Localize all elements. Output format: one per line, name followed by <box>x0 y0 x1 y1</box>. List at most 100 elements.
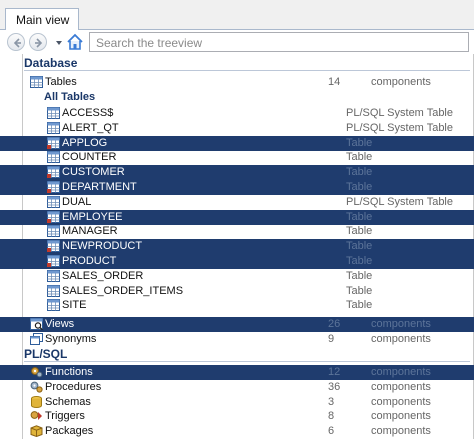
table-grid-icon <box>47 255 60 267</box>
tree-row-unit: components <box>371 425 431 438</box>
table-type: Table <box>346 136 373 149</box>
tree-row-unit: components <box>371 380 431 393</box>
table-grid-icon <box>47 240 60 253</box>
table-grid-icon <box>47 299 60 312</box>
table-grid-icon <box>47 121 60 134</box>
tree-row-label: Synonyms <box>45 333 97 345</box>
section-rule <box>24 361 470 362</box>
arrow-left-icon <box>13 38 21 48</box>
view-icon <box>30 318 43 330</box>
search-input[interactable] <box>89 32 469 52</box>
table-type: Table <box>346 225 373 238</box>
tree-row-procedures[interactable]: Procedures 36 components <box>0 380 474 395</box>
table-name: APPLOG <box>62 136 108 149</box>
package-box-icon <box>30 425 43 438</box>
table-type: Table <box>346 181 373 193</box>
navigation-toolbar <box>0 30 474 54</box>
tree-row-functions[interactable]: Functions 12 components <box>0 365 474 380</box>
tab-bar: Main view <box>0 4 474 31</box>
table-grid-icon <box>30 76 43 88</box>
table-row-dual[interactable]: DUAL PL/SQL System Table <box>0 195 474 210</box>
tree-row-tables[interactable]: Tables 14 components <box>0 75 474 90</box>
table-grid-icon <box>47 136 60 149</box>
table-type: Table <box>346 210 373 223</box>
tree-row-unit: components <box>371 76 431 88</box>
all-tables-header: All Tables <box>44 91 96 103</box>
tree-row-count: 36 <box>328 380 341 393</box>
back-button[interactable] <box>7 33 25 51</box>
table-type: PL/SQL System Table <box>346 121 453 134</box>
table-name: SALES_ORDER_ITEMS <box>62 284 184 297</box>
tree-row-unit: components <box>371 395 431 408</box>
history-dropdown-button[interactable] <box>55 38 63 46</box>
section-rule <box>24 70 470 71</box>
table-row-newproduct[interactable]: NEWPRODUCT Table <box>0 239 474 255</box>
schema-database-icon <box>31 395 42 408</box>
tree-row-views[interactable]: Views 26 components <box>0 317 474 332</box>
table-grid-icon <box>47 107 60 119</box>
table-name: SITE <box>62 299 87 312</box>
tree-row-packages[interactable]: Packages 6 components <box>0 424 474 439</box>
table-row-department[interactable]: DEPARTMENT Table <box>0 180 474 195</box>
table-name: MANAGER <box>62 225 118 238</box>
table-grid-icon <box>47 210 60 223</box>
table-type: Table <box>346 299 373 312</box>
table-grid-icon <box>47 269 60 282</box>
table-grid-icon <box>47 166 60 179</box>
tree-row-unit: components <box>371 318 431 330</box>
table-type: Table <box>346 255 373 267</box>
section-database: Database <box>24 56 474 71</box>
table-row-access[interactable]: ACCESS$ PL/SQL System Table <box>0 106 474 121</box>
table-type: Table <box>346 284 373 297</box>
table-row-sales-order[interactable]: SALES_ORDER Table <box>0 269 474 284</box>
table-row-alert-qt[interactable]: ALERT_QT PL/SQL System Table <box>0 121 474 136</box>
tree-row-synonyms[interactable]: Synonyms 9 components <box>0 332 474 347</box>
table-row-applog[interactable]: APPLOG Table <box>0 135 474 151</box>
table-row-product[interactable]: PRODUCT Table <box>0 254 474 269</box>
table-name: DUAL <box>62 195 92 208</box>
treeview-panel: Database Tables 14 components All Tables… <box>0 54 474 439</box>
table-row-employee[interactable]: EMPLOYEE Table <box>0 209 474 225</box>
table-name: NEWPRODUCT <box>62 240 143 253</box>
table-row-sales-order-items[interactable]: SALES_ORDER_ITEMS Table <box>0 284 474 299</box>
table-grid-icon <box>47 195 60 208</box>
tree-row-unit: components <box>371 333 431 345</box>
table-name: ALERT_QT <box>62 121 119 134</box>
tree-row-triggers[interactable]: Triggers 8 components <box>0 409 474 424</box>
tab-main-view[interactable]: Main view <box>5 8 79 31</box>
section-plsql: PL/SQL <box>24 347 474 362</box>
tree-row-count: 26 <box>328 318 341 330</box>
tree-row-unit: components <box>371 366 431 378</box>
table-name: EMPLOYEE <box>62 210 123 223</box>
table-name: SALES_ORDER <box>62 269 144 282</box>
tree-row-label: Views <box>45 318 75 330</box>
synonym-icon <box>30 333 43 345</box>
table-row-counter[interactable]: COUNTER Table <box>0 150 474 165</box>
table-row-manager[interactable]: MANAGER Table <box>0 224 474 239</box>
table-grid-icon <box>47 181 60 193</box>
tree-row-label: Schemas <box>45 395 91 408</box>
table-type: Table <box>346 166 373 179</box>
tree-row-count: 12 <box>328 366 341 378</box>
table-type: Table <box>346 269 373 282</box>
table-name: DEPARTMENT <box>62 181 137 193</box>
arrow-right-icon <box>35 38 43 48</box>
table-name: CUSTOMER <box>62 166 125 179</box>
tree-row-count: 3 <box>328 395 335 408</box>
table-name: ACCESS$ <box>62 107 114 119</box>
procedure-gears-icon <box>30 381 43 393</box>
tree-row-schemas[interactable]: Schemas 3 components <box>0 395 474 410</box>
function-gear-icon <box>31 367 43 378</box>
forward-button[interactable] <box>29 33 47 51</box>
home-icon <box>67 33 83 50</box>
table-row-site[interactable]: SITE Table <box>0 298 474 313</box>
table-type: Table <box>346 240 373 253</box>
tree-row-count: 14 <box>328 76 341 88</box>
home-button[interactable] <box>66 33 84 51</box>
table-grid-icon <box>47 284 60 297</box>
tree-row-label: Tables <box>45 76 77 88</box>
table-row-customer[interactable]: CUSTOMER Table <box>0 165 474 181</box>
table-type: Table <box>346 151 373 164</box>
chevron-down-icon <box>56 41 62 45</box>
section-database-label: Database <box>24 56 78 70</box>
